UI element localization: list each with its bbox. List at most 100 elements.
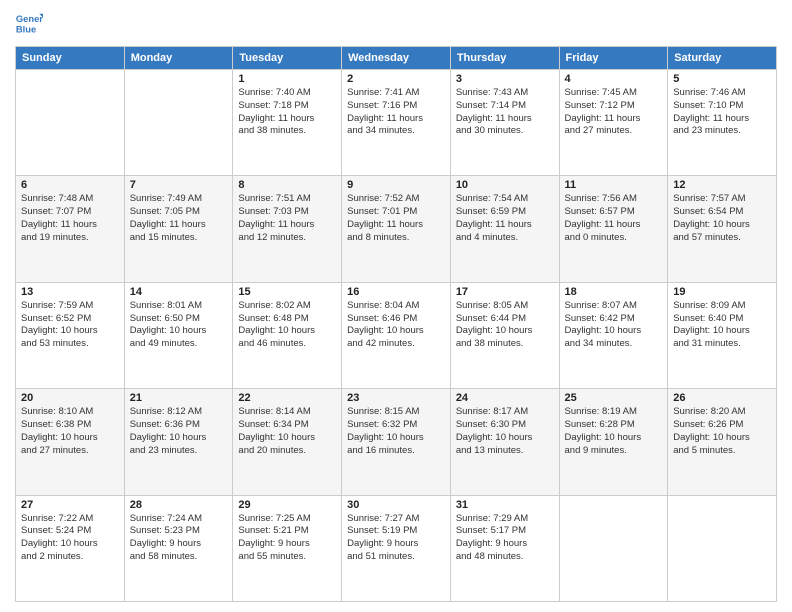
calendar-cell: 17Sunrise: 8:05 AM Sunset: 6:44 PM Dayli…: [450, 282, 559, 388]
weekday-header-wednesday: Wednesday: [342, 47, 451, 70]
calendar-cell: 13 Sunrise: 7:59 AM Sunset: 6:52 PM Dayli…: [16, 282, 125, 388]
day-info: Sunrise: 8:19 AM Sunset: 6:28 PM Dayligh…: [565, 406, 663, 457]
day-number: 2: [347, 73, 445, 85]
day-number: 16: [347, 286, 445, 298]
calendar-cell: [16, 70, 125, 176]
day-number: 30: [347, 499, 445, 511]
logo: General Blue: [15, 10, 43, 38]
day-number: 23: [347, 392, 445, 404]
day-info: Sunrise: 8:09 AM Sunset: 6:40 PM Dayligh…: [673, 300, 771, 351]
day-info: Sunrise: 8:20 AM Sunset: 6:26 PM Dayligh…: [673, 406, 771, 457]
calendar-cell: 15 Sunrise: 8:02 AM Sunset: 6:48 PM Dayli…: [233, 282, 342, 388]
day-number: 19: [673, 286, 771, 298]
day-number: 15: [238, 286, 336, 298]
day-number: 17: [456, 286, 554, 298]
week-row-1: 1 Sunrise: 7:40 AM Sunset: 7:18 PM Daylig…: [16, 70, 777, 176]
calendar-cell: 10Sunrise: 7:54 AM Sunset: 6:59 PM Dayli…: [450, 176, 559, 282]
calendar-cell: 27Sunrise: 7:22 AM Sunset: 5:24 PM Dayli…: [16, 495, 125, 601]
day-number: 12: [673, 179, 771, 191]
calendar-cell: 22Sunrise: 8:14 AM Sunset: 6:34 PM Dayli…: [233, 389, 342, 495]
day-number: 13: [21, 286, 119, 298]
day-number: 7: [130, 179, 228, 191]
day-info: Sunrise: 7:40 AM Sunset: 7:18 PM Dayligh…: [238, 87, 336, 138]
calendar: SundayMondayTuesdayWednesdayThursdayFrid…: [15, 46, 777, 602]
day-number: 14: [130, 286, 228, 298]
calendar-cell: 19 Sunrise: 8:09 AM Sunset: 6:40 PM Dayli…: [668, 282, 777, 388]
calendar-cell: 12Sunrise: 7:57 AM Sunset: 6:54 PM Dayli…: [668, 176, 777, 282]
day-info: Sunrise: 7:29 AM Sunset: 5:17 PM Dayligh…: [456, 513, 554, 564]
calendar-cell: 6Sunrise: 7:48 AM Sunset: 7:07 PM Daylig…: [16, 176, 125, 282]
day-info: Sunrise: 8:12 AM Sunset: 6:36 PM Dayligh…: [130, 406, 228, 457]
day-info: Sunrise: 8:02 AM Sunset: 6:48 PM Dayligh…: [238, 300, 336, 351]
day-info: Sunrise: 8:04 AM Sunset: 6:46 PM Dayligh…: [347, 300, 445, 351]
day-info: Sunrise: 8:10 AM Sunset: 6:38 PM Dayligh…: [21, 406, 119, 457]
day-number: 9: [347, 179, 445, 191]
weekday-header-monday: Monday: [124, 47, 233, 70]
calendar-cell: 3Sunrise: 7:43 AM Sunset: 7:14 PM Daylig…: [450, 70, 559, 176]
day-info: Sunrise: 7:46 AM Sunset: 7:10 PM Dayligh…: [673, 87, 771, 138]
weekday-header-friday: Friday: [559, 47, 668, 70]
day-info: Sunrise: 7:49 AM Sunset: 7:05 PM Dayligh…: [130, 193, 228, 244]
day-info: Sunrise: 8:17 AM Sunset: 6:30 PM Dayligh…: [456, 406, 554, 457]
calendar-cell: [124, 70, 233, 176]
day-info: Sunrise: 7:52 AM Sunset: 7:01 PM Dayligh…: [347, 193, 445, 244]
day-info: Sunrise: 7:41 AM Sunset: 7:16 PM Dayligh…: [347, 87, 445, 138]
calendar-cell: 8 Sunrise: 7:51 AM Sunset: 7:03 PM Daylig…: [233, 176, 342, 282]
weekday-header-tuesday: Tuesday: [233, 47, 342, 70]
calendar-cell: 7 Sunrise: 7:49 AM Sunset: 7:05 PM Daylig…: [124, 176, 233, 282]
day-number: 5: [673, 73, 771, 85]
calendar-cell: [668, 495, 777, 601]
calendar-cell: 2 Sunrise: 7:41 AM Sunset: 7:16 PM Daylig…: [342, 70, 451, 176]
week-row-4: 20 Sunrise: 8:10 AM Sunset: 6:38 PM Dayli…: [16, 389, 777, 495]
day-number: 28: [130, 499, 228, 511]
calendar-cell: 5 Sunrise: 7:46 AM Sunset: 7:10 PM Daylig…: [668, 70, 777, 176]
day-number: 31: [456, 499, 554, 511]
day-number: 29: [238, 499, 336, 511]
day-number: 18: [565, 286, 663, 298]
day-info: Sunrise: 7:25 AM Sunset: 5:21 PM Dayligh…: [238, 513, 336, 564]
day-info: Sunrise: 7:59 AM Sunset: 6:52 PM Dayligh…: [21, 300, 119, 351]
day-number: 26: [673, 392, 771, 404]
calendar-cell: 4Sunrise: 7:45 AM Sunset: 7:12 PM Daylig…: [559, 70, 668, 176]
day-number: 1: [238, 73, 336, 85]
calendar-cell: 18 Sunrise: 8:07 AM Sunset: 6:42 PM Dayli…: [559, 282, 668, 388]
week-row-2: 6Sunrise: 7:48 AM Sunset: 7:07 PM Daylig…: [16, 176, 777, 282]
day-info: Sunrise: 7:56 AM Sunset: 6:57 PM Dayligh…: [565, 193, 663, 244]
day-number: 25: [565, 392, 663, 404]
day-number: 11: [565, 179, 663, 191]
day-info: Sunrise: 8:01 AM Sunset: 6:50 PM Dayligh…: [130, 300, 228, 351]
day-number: 8: [238, 179, 336, 191]
day-number: 24: [456, 392, 554, 404]
day-info: Sunrise: 7:24 AM Sunset: 5:23 PM Dayligh…: [130, 513, 228, 564]
day-info: Sunrise: 7:48 AM Sunset: 7:07 PM Dayligh…: [21, 193, 119, 244]
weekday-header-thursday: Thursday: [450, 47, 559, 70]
page: General Blue SundayMondayTuesdayWednesda…: [0, 0, 792, 612]
svg-text:Blue: Blue: [16, 24, 36, 34]
day-number: 27: [21, 499, 119, 511]
day-info: Sunrise: 7:51 AM Sunset: 7:03 PM Dayligh…: [238, 193, 336, 244]
calendar-cell: 9 Sunrise: 7:52 AM Sunset: 7:01 PM Daylig…: [342, 176, 451, 282]
calendar-cell: 25 Sunrise: 8:19 AM Sunset: 6:28 PM Dayli…: [559, 389, 668, 495]
day-number: 20: [21, 392, 119, 404]
svg-text:General: General: [16, 14, 43, 24]
weekday-header-row: SundayMondayTuesdayWednesdayThursdayFrid…: [16, 47, 777, 70]
calendar-cell: [559, 495, 668, 601]
calendar-cell: 31 Sunrise: 7:29 AM Sunset: 5:17 PM Dayli…: [450, 495, 559, 601]
day-number: 21: [130, 392, 228, 404]
day-number: 4: [565, 73, 663, 85]
calendar-cell: 23Sunrise: 8:15 AM Sunset: 6:32 PM Dayli…: [342, 389, 451, 495]
calendar-cell: 20 Sunrise: 8:10 AM Sunset: 6:38 PM Dayli…: [16, 389, 125, 495]
calendar-cell: 21 Sunrise: 8:12 AM Sunset: 6:36 PM Dayli…: [124, 389, 233, 495]
day-info: Sunrise: 7:54 AM Sunset: 6:59 PM Dayligh…: [456, 193, 554, 244]
day-info: Sunrise: 8:14 AM Sunset: 6:34 PM Dayligh…: [238, 406, 336, 457]
day-info: Sunrise: 7:43 AM Sunset: 7:14 PM Dayligh…: [456, 87, 554, 138]
calendar-cell: 28 Sunrise: 7:24 AM Sunset: 5:23 PM Dayli…: [124, 495, 233, 601]
weekday-header-saturday: Saturday: [668, 47, 777, 70]
calendar-cell: 11 Sunrise: 7:56 AM Sunset: 6:57 PM Dayli…: [559, 176, 668, 282]
day-info: Sunrise: 8:07 AM Sunset: 6:42 PM Dayligh…: [565, 300, 663, 351]
calendar-cell: 26 Sunrise: 8:20 AM Sunset: 6:26 PM Dayli…: [668, 389, 777, 495]
week-row-5: 27Sunrise: 7:22 AM Sunset: 5:24 PM Dayli…: [16, 495, 777, 601]
day-info: Sunrise: 7:27 AM Sunset: 5:19 PM Dayligh…: [347, 513, 445, 564]
calendar-cell: 24 Sunrise: 8:17 AM Sunset: 6:30 PM Dayli…: [450, 389, 559, 495]
calendar-cell: 1 Sunrise: 7:40 AM Sunset: 7:18 PM Daylig…: [233, 70, 342, 176]
